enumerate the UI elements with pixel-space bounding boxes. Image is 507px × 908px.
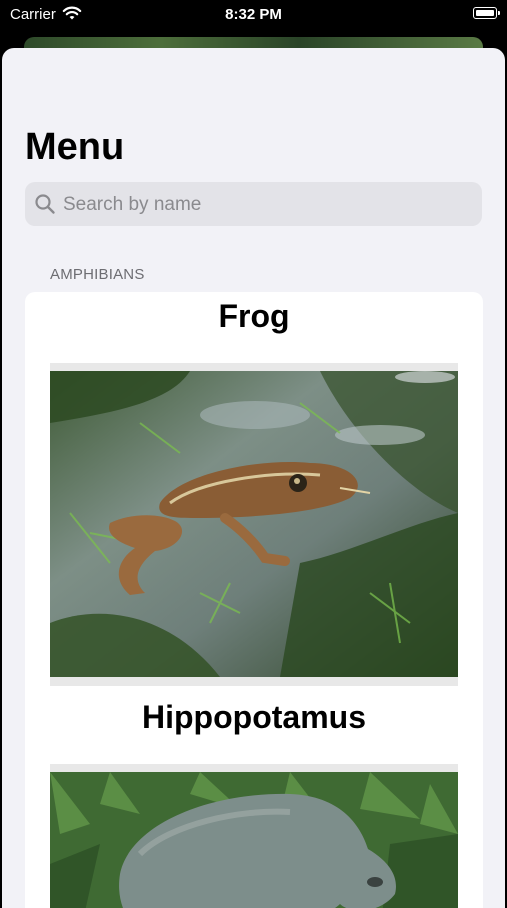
page-title: Menu — [25, 126, 125, 168]
item-title-frog[interactable]: Frog — [25, 298, 483, 335]
battery-icon — [473, 7, 500, 19]
clock: 8:32 PM — [225, 6, 282, 23]
search-input[interactable] — [61, 182, 475, 228]
item-title-hippopotamus[interactable]: Hippopotamus — [25, 699, 483, 736]
search-icon — [35, 194, 55, 214]
hippo-photo[interactable] — [50, 764, 458, 908]
status-bar: Carrier 8:32 PM — [0, 0, 507, 30]
animal-list[interactable]: Frog Hippopotamus — [25, 292, 483, 908]
search-bar[interactable] — [25, 182, 482, 228]
section-header-amphibians: AMPHIBIANS — [50, 266, 145, 283]
menu-sheet[interactable]: Menu AMPHIBIANS Frog — [2, 48, 505, 908]
frog-photo[interactable] — [50, 363, 458, 686]
